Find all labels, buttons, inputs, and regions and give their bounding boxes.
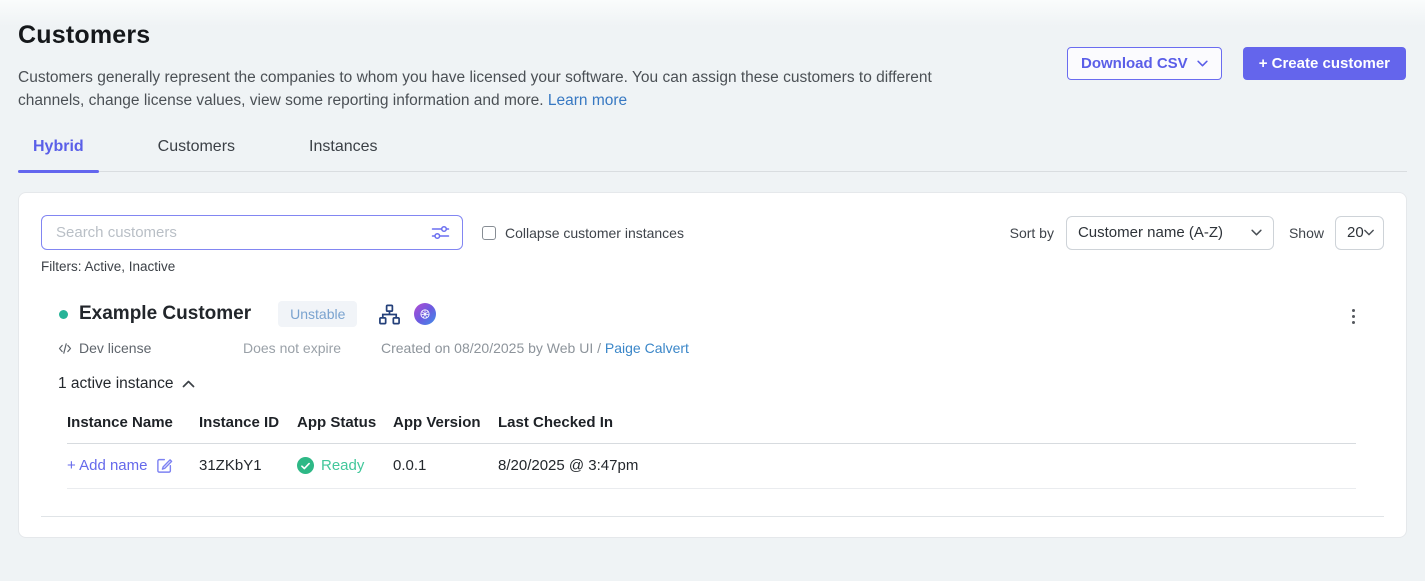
tab-customers[interactable]: Customers (143, 138, 250, 171)
channel-badge: Unstable (278, 301, 357, 327)
created-by-link[interactable]: Paige Calvert (605, 340, 689, 356)
license-created: Created on 08/20/2025 by Web UI / Paige … (381, 340, 689, 356)
add-name-button[interactable]: + Add name (67, 457, 173, 474)
customer-kebab-menu-icon[interactable] (1349, 306, 1358, 327)
page-description: Customers generally represent the compan… (18, 67, 983, 112)
chevron-down-icon (1197, 60, 1208, 67)
col-header-app-version: App Version (393, 414, 498, 431)
last-checked-in-value: 8/20/2025 @ 3:47pm (498, 457, 1356, 474)
instance-row: + Add name 31ZKbY1 Ready 0.0.1 8/20/2025… (67, 444, 1356, 489)
app-status-value: Ready (321, 457, 364, 474)
collapse-instances-group: Collapse customer instances (482, 225, 684, 241)
sort-by-value: Customer name (A-Z) (1078, 224, 1223, 241)
page-header: Customers Customers generally represent … (0, 0, 1425, 112)
col-header-last-checked-in: Last Checked In (498, 414, 1356, 431)
download-csv-label: Download CSV (1081, 55, 1188, 72)
customer-divider (41, 516, 1384, 517)
instances-table: Instance Name Instance ID App Status App… (67, 414, 1356, 489)
sort-by-label: Sort by (1010, 225, 1054, 241)
active-status-dot-icon (59, 310, 68, 319)
code-icon (58, 342, 72, 355)
col-header-instance-name: Instance Name (67, 414, 199, 431)
customer-name[interactable]: Example Customer (79, 303, 251, 325)
instance-id-value: 31ZKbY1 (199, 457, 297, 474)
created-text: Created on 08/20/2025 by Web UI / (381, 340, 601, 356)
learn-more-link[interactable]: Learn more (548, 92, 627, 109)
instances-toggle-label: 1 active instance (58, 375, 173, 393)
install-type-icons (378, 303, 436, 326)
license-type: Dev license (58, 340, 243, 356)
create-customer-label: + Create customer (1259, 55, 1390, 72)
page-title: Customers (18, 21, 1407, 50)
check-circle-icon (297, 457, 314, 474)
sort-show-controls: Sort by Customer name (A-Z) Show 20 (1010, 216, 1384, 250)
collapse-instances-label: Collapse customer instances (505, 225, 684, 241)
chevron-down-icon (1251, 229, 1262, 236)
add-name-label: + Add name (67, 457, 147, 474)
header-actions: Download CSV + Create customer (1067, 47, 1406, 80)
app-version-value: 0.0.1 (393, 457, 498, 474)
license-type-label: Dev license (79, 340, 151, 356)
instances-table-header: Instance Name Instance ID App Status App… (67, 414, 1356, 444)
sort-by-select[interactable]: Customer name (A-Z) (1066, 216, 1274, 250)
search-input[interactable] (54, 223, 431, 242)
app-status-cell: Ready (297, 457, 393, 474)
tab-instances[interactable]: Instances (294, 138, 392, 171)
show-value: 20 (1347, 224, 1364, 241)
customers-card: Collapse customer instances Sort by Cust… (18, 192, 1407, 538)
col-header-instance-id: Instance ID (199, 414, 297, 431)
sitemap-icon (378, 303, 401, 326)
chevron-down-icon (1364, 229, 1374, 236)
license-row: Dev license Does not expire Created on 0… (19, 340, 1406, 356)
kubernetes-icon (414, 303, 436, 325)
filter-sliders-icon[interactable] (431, 224, 450, 241)
show-label: Show (1289, 225, 1324, 241)
customer-row-header: Example Customer Unstable (19, 301, 1406, 327)
create-customer-button[interactable]: + Create customer (1243, 47, 1406, 80)
col-header-app-status: App Status (297, 414, 393, 431)
collapse-instances-checkbox[interactable] (482, 226, 496, 240)
filters-summary: Filters: Active, Inactive (41, 259, 1406, 274)
search-box (41, 215, 463, 250)
view-tabs: Hybrid Customers Instances (18, 138, 1407, 172)
instances-toggle[interactable]: 1 active instance (19, 375, 195, 393)
chevron-up-icon (182, 380, 195, 388)
toolbar: Collapse customer instances Sort by Cust… (19, 193, 1406, 250)
page-description-text: Customers generally represent the compan… (18, 69, 932, 109)
edit-pencil-icon (156, 457, 173, 474)
license-expiry: Does not expire (243, 340, 381, 356)
show-select[interactable]: 20 (1335, 216, 1384, 250)
tab-hybrid[interactable]: Hybrid (18, 138, 99, 171)
download-csv-button[interactable]: Download CSV (1067, 47, 1222, 80)
